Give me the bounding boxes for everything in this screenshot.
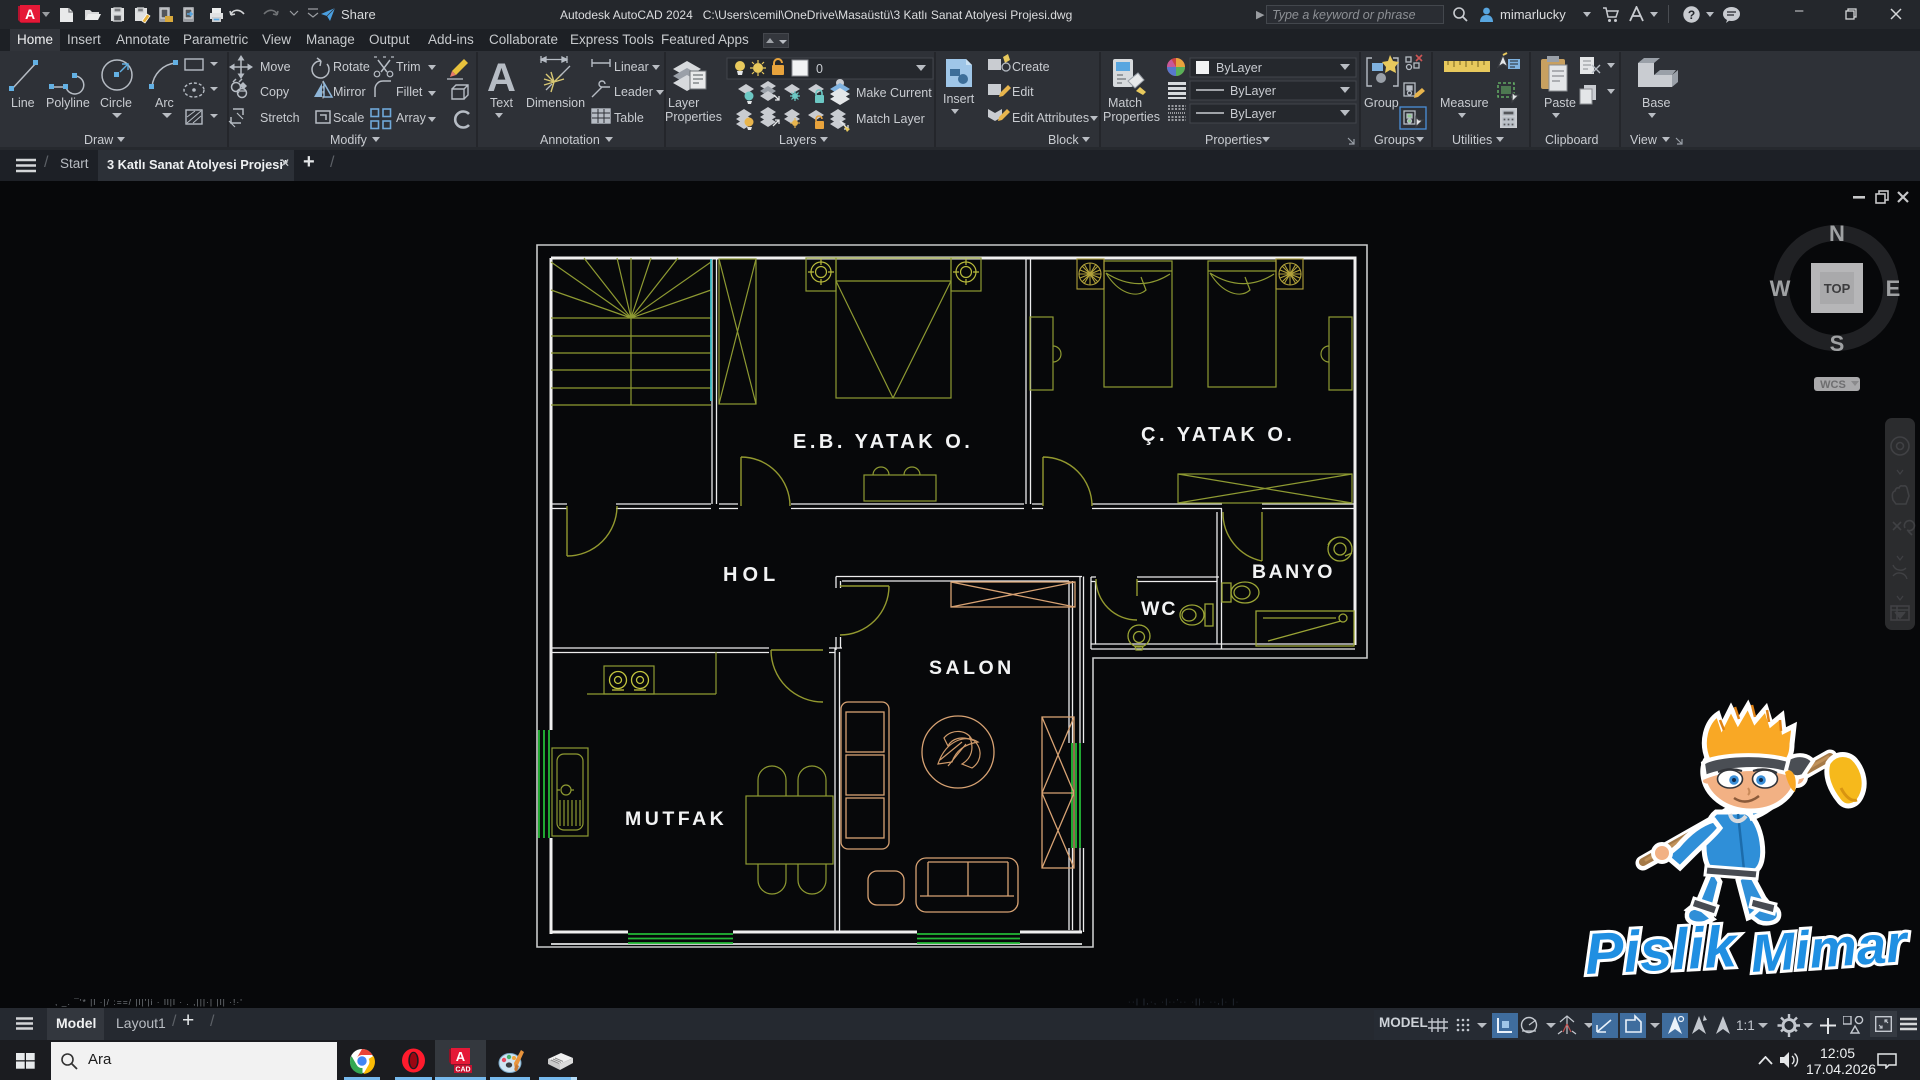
- svg-text:Dimension: Dimension: [526, 96, 585, 110]
- svg-text:A: A: [487, 56, 516, 100]
- svg-text:Measure: Measure: [1440, 96, 1489, 110]
- svg-text:E: E: [1886, 276, 1901, 301]
- svg-text:Match: Match: [1108, 96, 1142, 110]
- svg-text:HOL: HOL: [723, 564, 780, 586]
- svg-text:ByLayer: ByLayer: [1230, 107, 1276, 121]
- svg-text:Properties: Properties: [665, 110, 722, 124]
- svg-text:?: ?: [1688, 8, 1695, 22]
- svg-text:Table: Table: [614, 111, 644, 125]
- svg-text:Arc: Arc: [155, 96, 174, 110]
- svg-text:Linear: Linear: [614, 60, 649, 74]
- svg-text:Utilities: Utilities: [1452, 133, 1492, 147]
- svg-text:Circle: Circle: [100, 96, 132, 110]
- svg-text:Rotate: Rotate: [333, 60, 370, 74]
- svg-text:Array: Array: [396, 111, 427, 125]
- svg-text:Modify: Modify: [330, 133, 368, 147]
- svg-text:ByLayer: ByLayer: [1230, 84, 1276, 98]
- svg-text:, _. ¯'* |l ·|/ :==/ |l|'|i ·: , _. ¯'* |l ·|/ :==/ |l|'|i · ll|l · . ,…: [55, 997, 243, 1007]
- svg-text:Pislik: Pislik: [1583, 914, 1740, 987]
- svg-text:Make Current: Make Current: [856, 86, 932, 100]
- svg-text:Ç. YATAK O.: Ç. YATAK O.: [1141, 424, 1295, 446]
- svg-text:Base: Base: [1642, 96, 1671, 110]
- svg-text:Text: Text: [490, 96, 513, 110]
- svg-text:Scale: Scale: [333, 111, 364, 125]
- svg-text:Edit: Edit: [1012, 85, 1034, 99]
- svg-text:Block: Block: [1048, 133, 1079, 147]
- svg-text:Properties: Properties: [1205, 133, 1262, 147]
- svg-text:ByLayer: ByLayer: [1216, 61, 1262, 75]
- svg-text:CAD: CAD: [455, 1067, 470, 1074]
- svg-text:Paste: Paste: [1544, 96, 1576, 110]
- svg-text:Line: Line: [11, 96, 35, 110]
- svg-text:Mirror: Mirror: [333, 85, 366, 99]
- svg-text:Layer: Layer: [668, 96, 699, 110]
- svg-text:Clipboard: Clipboard: [1545, 133, 1599, 147]
- svg-text:··| |,·, ·|··'·· ·||· ··,|· |·: ··| |,·, ·|··'·· ·||· ··,|· |·: [1128, 997, 1240, 1006]
- svg-text:WCS: WCS: [1820, 379, 1846, 391]
- svg-text:1:1: 1:1: [1736, 1018, 1755, 1033]
- svg-text:MUTFAK: MUTFAK: [625, 808, 727, 830]
- svg-text:SALON: SALON: [929, 657, 1015, 679]
- svg-text:Match Layer: Match Layer: [856, 112, 925, 126]
- svg-text:Draw: Draw: [84, 133, 114, 147]
- svg-text:Annotation: Annotation: [540, 133, 600, 147]
- svg-text:Group: Group: [1364, 96, 1399, 110]
- svg-text:N: N: [1829, 221, 1845, 246]
- svg-text:BANYO: BANYO: [1252, 561, 1335, 583]
- svg-text:Mimar: Mimar: [1749, 914, 1912, 984]
- svg-text:Create: Create: [1012, 60, 1050, 74]
- svg-text:A: A: [25, 6, 35, 22]
- svg-text:View: View: [1630, 133, 1658, 147]
- svg-text:Move: Move: [260, 60, 291, 74]
- svg-text:WC: WC: [1141, 598, 1178, 620]
- svg-text:Insert: Insert: [943, 92, 975, 106]
- svg-text:TOP: TOP: [1824, 281, 1851, 296]
- svg-text:Copy: Copy: [260, 85, 290, 99]
- svg-text:S: S: [1830, 331, 1845, 356]
- svg-text:Fillet: Fillet: [396, 85, 423, 99]
- svg-text:Leader: Leader: [614, 85, 653, 99]
- svg-text:0: 0: [816, 62, 823, 76]
- svg-text:A: A: [456, 1049, 466, 1064]
- svg-text:W: W: [1770, 276, 1791, 301]
- svg-text:E.B. YATAK O.: E.B. YATAK O.: [793, 431, 973, 453]
- svg-text:Polyline: Polyline: [46, 96, 90, 110]
- svg-text:Groups: Groups: [1374, 133, 1415, 147]
- svg-text:Layers: Layers: [779, 133, 817, 147]
- svg-text:Properties: Properties: [1103, 110, 1160, 124]
- svg-text:Trim: Trim: [396, 60, 421, 74]
- svg-text:Edit Attributes: Edit Attributes: [1012, 111, 1089, 125]
- svg-text:Stretch: Stretch: [260, 111, 300, 125]
